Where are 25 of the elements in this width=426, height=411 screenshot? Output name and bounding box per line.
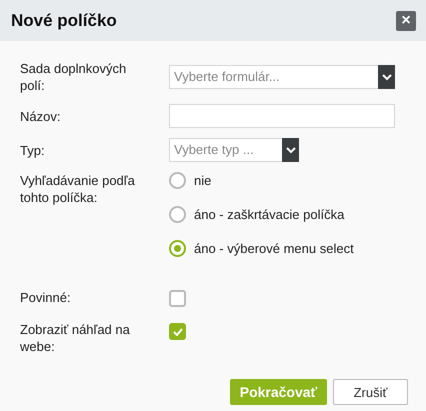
check-icon <box>172 328 182 336</box>
field-label: Typ: <box>20 142 46 158</box>
radio-button[interactable] <box>169 172 186 189</box>
type-select[interactable]: Vyberte typ ... <box>169 138 299 162</box>
radio-label[interactable]: nie <box>194 173 212 188</box>
close-button[interactable]: × <box>396 10 416 30</box>
cancel-button[interactable]: Zrušiť <box>333 379 408 405</box>
radio-button[interactable] <box>169 240 186 257</box>
select-placeholder: Vyberte formulár... <box>173 68 281 86</box>
radio-label[interactable]: áno - zaškrtávacie políčka <box>194 207 344 222</box>
field-label: Sada doplnkových polí: <box>20 60 128 94</box>
field-label: Názov: <box>20 108 62 124</box>
field-label: Povinné: <box>20 288 72 306</box>
field-label: Zobraziť náhľad na webe: <box>20 321 131 355</box>
select-placeholder: Vyberte typ ... <box>173 141 255 159</box>
window-title: Nové políčko <box>11 10 117 30</box>
checkbox[interactable] <box>169 323 186 340</box>
checkbox[interactable] <box>169 290 186 306</box>
caret-icon <box>282 138 299 162</box>
form-select[interactable]: Vyberte formulár... <box>169 65 395 89</box>
field-label: Vyhľadávanie podľa tohto políčka: <box>20 172 136 206</box>
name-input[interactable] <box>169 104 395 128</box>
caret-icon <box>378 65 395 89</box>
radio-button[interactable] <box>169 206 186 223</box>
radio-label[interactable]: áno - výberové menu select <box>194 241 354 256</box>
